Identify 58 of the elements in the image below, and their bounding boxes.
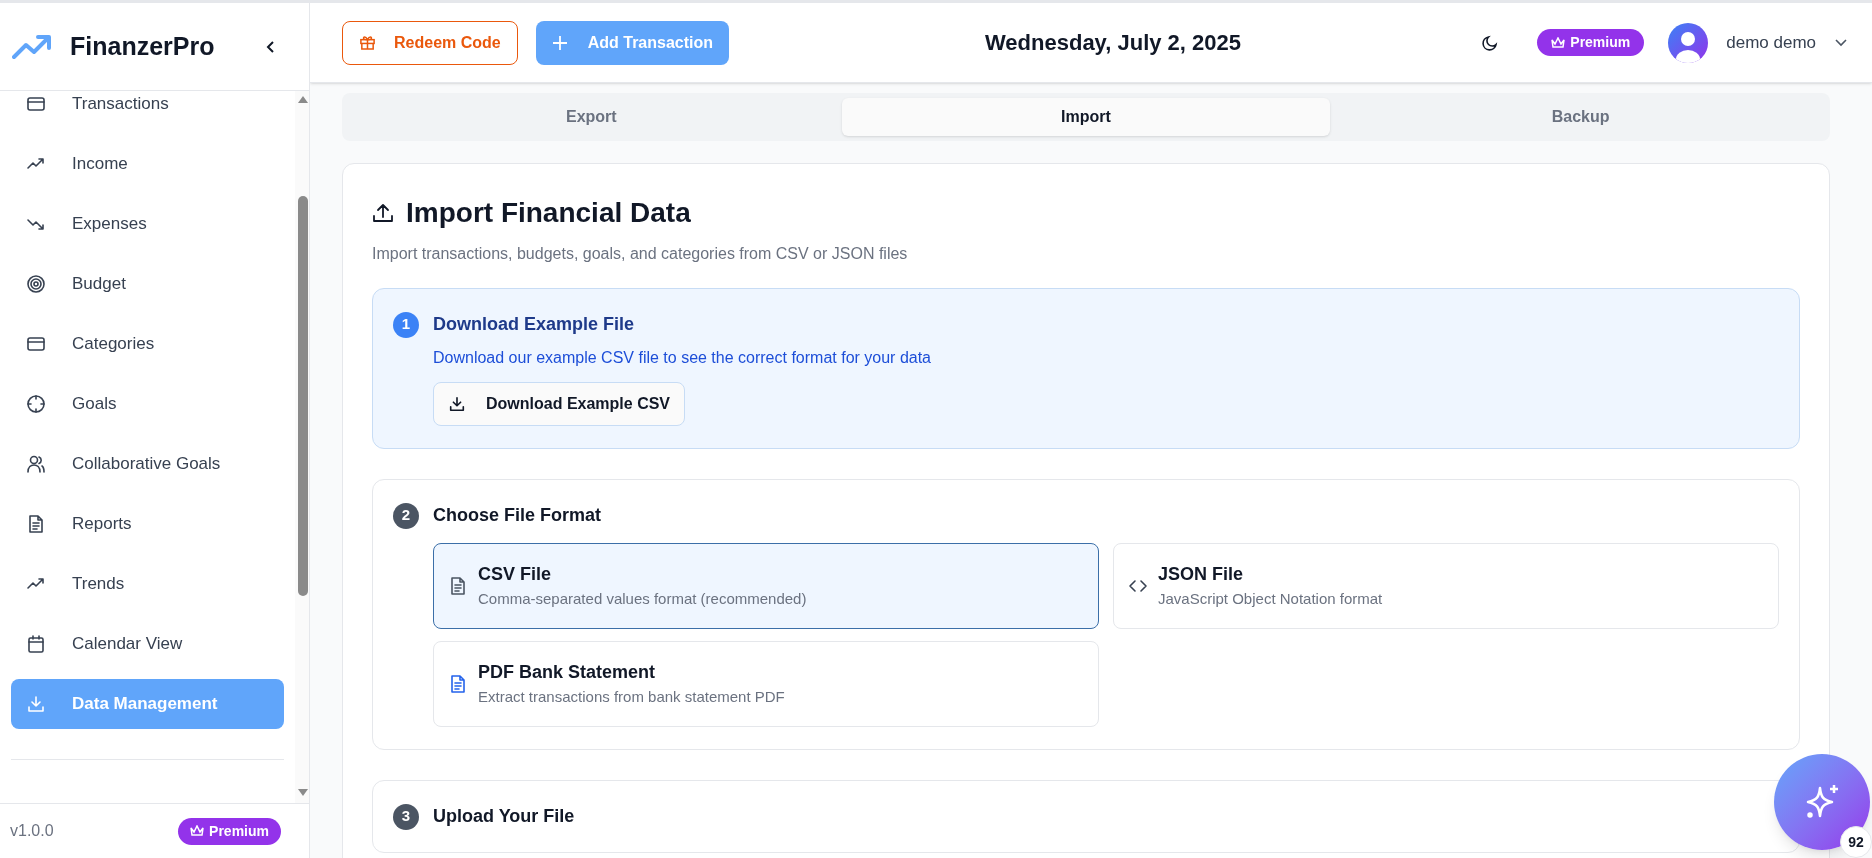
app-name: FinanzerPro [70,30,215,62]
triangle-up-icon[interactable] [298,95,308,103]
download-icon [26,694,46,714]
step-title: Download Example File [433,313,635,336]
sidebar-item[interactable]: Collaborative Goals [11,439,284,489]
upload-icon [372,202,394,224]
document-icon [448,576,468,596]
tab[interactable]: Import [841,98,1331,136]
scrollbar[interactable] [295,91,309,803]
target-icon [26,274,46,294]
download-button[interactable]: Download Example CSV [433,382,686,426]
crosshair-icon [26,394,46,414]
step-description: Download our example CSV file to see the correct format for your data [433,348,932,368]
premium-badge: Premium [178,817,281,845]
sidebar-item[interactable]: Categories [11,319,284,369]
moon-icon [1481,33,1500,52]
step-number: 2 [393,502,419,529]
redeem-code-button[interactable]: Redeem Code [342,20,518,65]
sidebar-item[interactable]: Expenses [11,199,284,249]
step-title: Upload Your File [433,805,575,828]
sidebar-item[interactable]: Goals [11,379,284,429]
format-option[interactable]: PDF Bank Statement Extract transactions from bank statement PDF [433,641,1099,727]
users-icon [26,454,46,474]
count-badge: 92 [1840,826,1872,858]
tab[interactable]: Backup [1336,98,1825,136]
tab[interactable]: Export [347,98,836,136]
step-title: Choose File Format [433,504,602,527]
format-option[interactable]: CSV File Comma-separated values format (recommended) [433,543,1099,629]
step-number: 1 [393,311,419,338]
format-option[interactable]: JSON File JavaScript Object Notation format [1113,543,1779,629]
crown-icon [190,825,205,837]
card-icon [26,94,46,114]
scrollbar-thumb[interactable] [298,196,308,596]
calendar-icon [26,634,46,654]
sidebar-item[interactable]: Reports [11,499,284,549]
avatar-icon [1668,22,1709,63]
sidebar-item[interactable]: Budget [11,259,284,309]
trend-up-icon [12,32,52,61]
sidebar-item[interactable]: Transactions [11,91,284,129]
section-subtitle: Import transactions, budgets, goals, and categories from CSV or JSON files [372,244,909,264]
sidebar-item[interactable]: Calendar View [11,619,284,669]
sidebar-item[interactable]: Trends [11,559,284,609]
premium-badge: Premium [1537,29,1645,56]
download-icon [448,395,466,413]
section-title: Import Financial Data [406,196,691,230]
document-icon [26,514,46,534]
sidebar-item[interactable]: Income [11,139,284,189]
crown-icon [1551,36,1566,49]
chevron-down-icon [1834,37,1848,48]
card-icon [26,334,46,354]
step-number: 3 [393,803,419,830]
plus-icon [551,34,568,51]
version-label: v1.0.0 [10,821,54,841]
triangle-down-icon[interactable] [298,789,308,797]
date-label: Wednesday, July 2, 2025 [985,29,1241,57]
gift-icon [359,34,376,51]
document-icon [448,674,468,694]
user-menu[interactable]: demo demo [1668,22,1848,63]
